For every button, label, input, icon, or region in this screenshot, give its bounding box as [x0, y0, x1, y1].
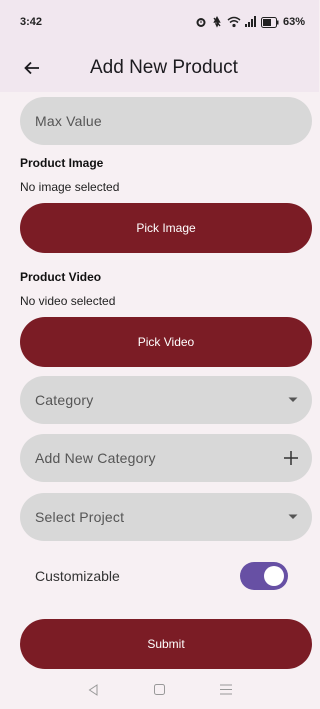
plus-icon[interactable]	[284, 451, 298, 465]
alarm-icon	[196, 18, 206, 27]
status-bar: 3:42 63%	[0, 0, 319, 44]
back-button[interactable]	[8, 44, 56, 92]
switch-knob	[264, 566, 284, 586]
dropdown-arrow-icon	[288, 397, 298, 402]
submit-button[interactable]: Submit	[20, 619, 312, 669]
customizable-row: Customizable	[20, 556, 312, 596]
project-dropdown[interactable]: Select Project	[20, 493, 312, 541]
signal-icon	[244, 16, 256, 27]
customizable-switch[interactable]	[240, 562, 288, 590]
page-title: Add New Product	[90, 57, 238, 78]
battery-icon	[260, 16, 279, 28]
pick-video-button[interactable]: Pick Video	[20, 317, 312, 367]
add-category-field[interactable]: Add New Category	[20, 434, 312, 482]
max-value-placeholder: Max Value	[35, 113, 102, 129]
wifi-icon	[227, 16, 241, 28]
home-square-icon	[153, 684, 165, 695]
back-triangle-icon	[88, 683, 98, 696]
form-content[interactable]: Max Value Product Image No image selecte…	[0, 92, 319, 670]
app-bar: Add New Product	[0, 44, 319, 92]
image-status-text: No image selected	[20, 180, 120, 194]
category-placeholder: Category	[35, 392, 94, 408]
category-dropdown[interactable]: Category	[20, 376, 312, 424]
project-placeholder: Select Project	[35, 509, 125, 525]
product-video-label: Product Video	[20, 270, 102, 284]
mute-icon	[213, 16, 221, 28]
menu-lines-icon	[219, 684, 232, 695]
nav-recents-button[interactable]	[214, 678, 238, 702]
pick-image-button[interactable]: Pick Image	[20, 203, 312, 253]
product-image-label: Product Image	[20, 156, 104, 170]
status-time: 3:42	[20, 16, 43, 28]
customizable-label: Customizable	[35, 568, 120, 584]
arrow-left-icon	[24, 61, 39, 75]
add-category-placeholder: Add New Category	[35, 450, 156, 466]
dropdown-arrow-icon	[288, 514, 298, 519]
max-value-field[interactable]: Max Value	[20, 97, 312, 145]
video-status-text: No video selected	[20, 294, 116, 308]
battery-percent: 63%	[282, 16, 305, 28]
status-icons: 63%	[195, 16, 305, 28]
nav-back-button[interactable]	[81, 678, 105, 702]
nav-home-button[interactable]	[147, 678, 171, 702]
system-nav-bar	[0, 670, 319, 709]
